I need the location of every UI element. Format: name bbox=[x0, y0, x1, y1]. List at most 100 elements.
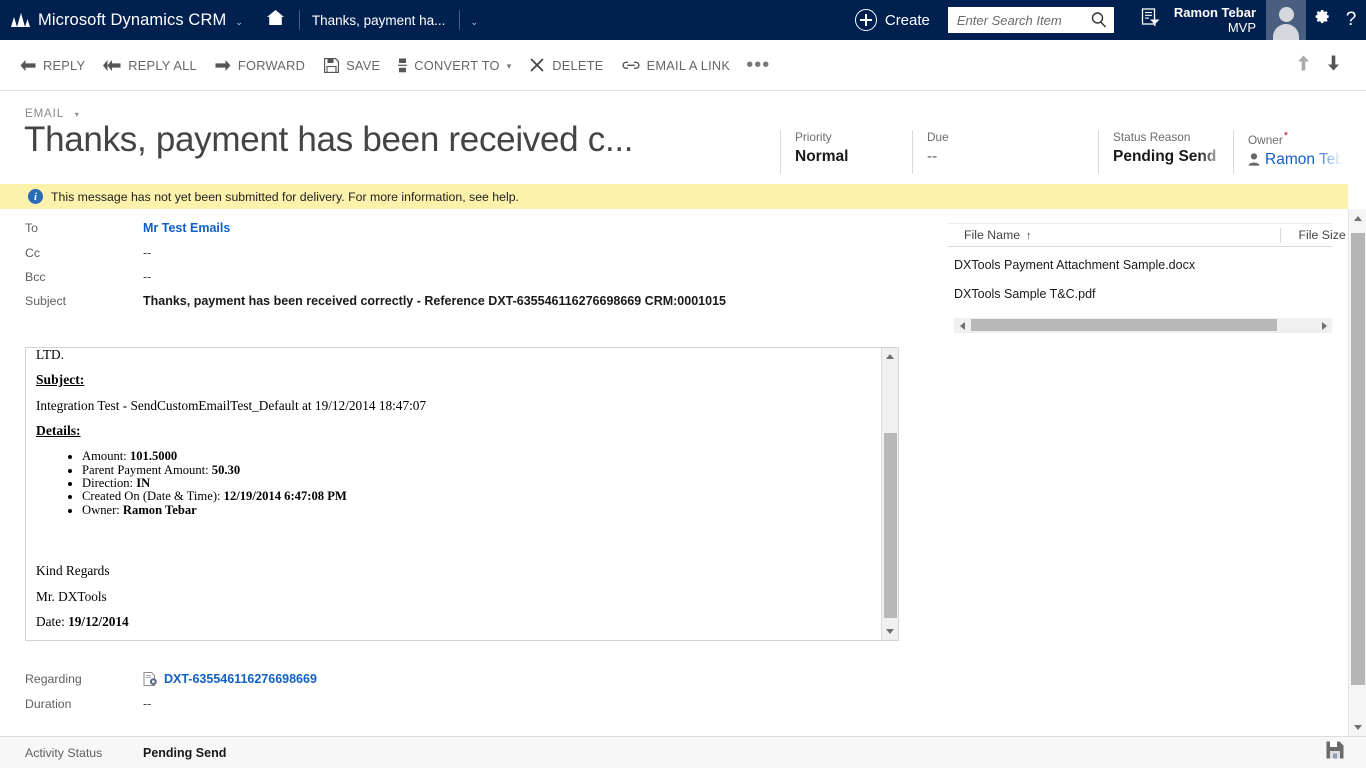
page-scrollbar[interactable] bbox=[1348, 209, 1366, 736]
detail-label: Amount: bbox=[82, 449, 130, 464]
record-chevron-down-icon[interactable]: ⌄ bbox=[470, 17, 478, 28]
email-a-link-button-label: EMAIL A LINK bbox=[646, 57, 731, 73]
regarding-value-text: DXT-635546116276698669 bbox=[164, 672, 317, 686]
email-body-editor[interactable]: LTD. Subject: Integration Test - SendCus… bbox=[25, 347, 899, 641]
next-record-button[interactable] bbox=[1318, 50, 1348, 80]
scrollbar-thumb[interactable] bbox=[884, 433, 897, 618]
body-signoff: Kind Regards bbox=[36, 563, 110, 579]
bcc-value[interactable]: -- bbox=[143, 270, 151, 284]
field-row-bcc: Bcc -- bbox=[0, 270, 151, 284]
brand-chevron-down-icon[interactable]: ⌄ bbox=[235, 17, 243, 27]
delete-button[interactable]: DELETE bbox=[529, 50, 603, 80]
header-field-priority[interactable]: Priority Normal bbox=[780, 130, 912, 174]
reply-button[interactable]: REPLY bbox=[20, 50, 85, 80]
hscrollbar-thumb[interactable] bbox=[971, 319, 1277, 331]
status-reason-label: Status Reason bbox=[1113, 130, 1191, 144]
header-field-status-reason[interactable]: Status Reason Pending Send bbox=[1098, 130, 1233, 174]
body-details-list: Amount: 101.5000 Parent Payment Amount: … bbox=[36, 449, 870, 517]
scroll-right-button[interactable] bbox=[1316, 318, 1332, 333]
table-row[interactable]: DXTools Sample T&C.pdf bbox=[948, 279, 1332, 308]
attachments-horizontal-scrollbar[interactable] bbox=[954, 318, 1332, 333]
forward-arrow-icon bbox=[215, 57, 231, 73]
nav-divider-2 bbox=[459, 10, 461, 30]
page-scrollbar-thumb[interactable] bbox=[1351, 233, 1365, 685]
to-value[interactable]: Mr Test Emails bbox=[143, 221, 230, 235]
header-field-owner[interactable]: Owner* Ramon Tebar bbox=[1233, 130, 1348, 174]
owner-label-text: Owner bbox=[1248, 132, 1283, 147]
more-commands-button[interactable]: ••• bbox=[744, 50, 770, 80]
detail-value: Ramon Tebar bbox=[122, 502, 197, 517]
header-field-due[interactable]: Due -- bbox=[912, 130, 1098, 174]
global-search-box[interactable] bbox=[947, 7, 1114, 33]
body-clipped-line: LTD. bbox=[36, 347, 64, 362]
triangle-down-icon bbox=[886, 629, 894, 634]
record-breadcrumb-tab[interactable]: Thanks, payment ha... ⌄ bbox=[312, 10, 478, 30]
brand-home-button[interactable]: Microsoft Dynamics CRM ⌄ bbox=[0, 0, 243, 40]
reply-arrow-icon bbox=[20, 57, 36, 73]
email-body-scrollbar[interactable] bbox=[881, 348, 898, 640]
body-date-value: 19/12/2014 bbox=[68, 614, 129, 630]
reply-all-button[interactable]: REPLY ALL bbox=[103, 50, 197, 80]
attachment-file-name: DXTools Payment Attachment Sample.docx bbox=[954, 257, 1196, 272]
person-icon bbox=[1248, 153, 1260, 171]
ellipsis-icon: ••• bbox=[746, 54, 771, 76]
create-button[interactable]: Create bbox=[854, 0, 930, 40]
reply-button-label: REPLY bbox=[43, 57, 86, 73]
reply-all-arrow-icon bbox=[103, 57, 121, 73]
scroll-up-button[interactable] bbox=[882, 348, 898, 365]
scroll-left-button[interactable] bbox=[954, 318, 970, 333]
detail-value: IN bbox=[136, 476, 151, 490]
save-button[interactable]: SAVE bbox=[323, 50, 380, 80]
owner-value-text: Ramon Tebar bbox=[1265, 150, 1348, 168]
forward-button[interactable]: FORWARD bbox=[215, 50, 305, 80]
email-form-body: To Mr Test Emails Cc -- Bcc -- Subject T… bbox=[0, 209, 1366, 736]
attachments-grid: File Name ↑ File Size (Byt DXTools Paymen… bbox=[948, 211, 1366, 333]
entity-type-selector[interactable]: EMAIL ▾ bbox=[25, 108, 80, 120]
forward-button-label: FORWARD bbox=[237, 57, 306, 73]
footer-save-button[interactable] bbox=[1326, 741, 1344, 764]
convert-to-icon bbox=[398, 57, 408, 73]
advanced-find-button[interactable] bbox=[1134, 0, 1168, 40]
entity-type-label: EMAIL bbox=[25, 108, 64, 120]
help-button[interactable]: ? bbox=[1336, 0, 1366, 40]
user-name-label: Ramon Tebar bbox=[1173, 5, 1256, 20]
email-a-link-button[interactable]: EMAIL A LINK bbox=[622, 50, 731, 80]
owner-value[interactable]: Ramon Tebar bbox=[1248, 151, 1348, 171]
previous-record-button[interactable] bbox=[1288, 50, 1318, 80]
to-label: To bbox=[25, 221, 38, 235]
convert-to-button[interactable]: CONVERT TO ▾ bbox=[398, 50, 511, 80]
duration-value[interactable]: -- bbox=[143, 697, 151, 711]
top-navigation-bar: Microsoft Dynamics CRM ⌄ Thanks, payment… bbox=[0, 0, 1366, 40]
bcc-label: Bcc bbox=[25, 270, 46, 284]
list-item: Created On (Date & Time): 12/19/2014 6:4… bbox=[82, 490, 870, 503]
list-item: Direction: IN bbox=[82, 476, 870, 490]
search-input[interactable] bbox=[947, 8, 1084, 32]
header-field-group: Priority Normal Due -- Status Reason Pen… bbox=[780, 130, 1348, 174]
home-button[interactable] bbox=[265, 10, 287, 30]
page-scroll-down-button[interactable] bbox=[1349, 718, 1366, 736]
hscrollbar-track[interactable] bbox=[970, 318, 1316, 333]
create-button-label: Create bbox=[884, 11, 930, 29]
regarding-value[interactable]: DXT-635546116276698669 bbox=[143, 672, 317, 689]
subject-value[interactable]: Thanks, payment has been received correc… bbox=[143, 294, 726, 308]
user-info[interactable]: Ramon Tebar MVP bbox=[1174, 5, 1256, 35]
floppy-disk-icon bbox=[1326, 741, 1344, 764]
due-value: -- bbox=[927, 148, 938, 165]
convert-to-chevron-down-icon[interactable]: ▾ bbox=[507, 61, 512, 72]
advanced-find-icon bbox=[1141, 8, 1160, 32]
search-icon[interactable] bbox=[1090, 11, 1108, 29]
command-bar: REPLY REPLY ALL FORWARD SAVE CONVERT TO … bbox=[0, 40, 1366, 91]
email-body-content: LTD. Subject: Integration Test - SendCus… bbox=[26, 347, 882, 640]
scroll-down-button[interactable] bbox=[882, 623, 898, 640]
column-header-file-name[interactable]: File Name ↑ bbox=[948, 228, 1032, 242]
page-scroll-up-button[interactable] bbox=[1349, 209, 1366, 227]
entity-chevron-down-icon: ▾ bbox=[74, 110, 80, 119]
settings-button[interactable] bbox=[1306, 0, 1336, 40]
cc-value[interactable]: -- bbox=[143, 246, 151, 260]
table-row[interactable]: DXTools Payment Attachment Sample.docx bbox=[948, 250, 1332, 279]
avatar[interactable] bbox=[1266, 0, 1306, 40]
regarding-label: Regarding bbox=[25, 672, 82, 686]
arrow-down-icon bbox=[1327, 55, 1340, 76]
list-item: Owner: Ramon Tebar bbox=[82, 502, 870, 517]
